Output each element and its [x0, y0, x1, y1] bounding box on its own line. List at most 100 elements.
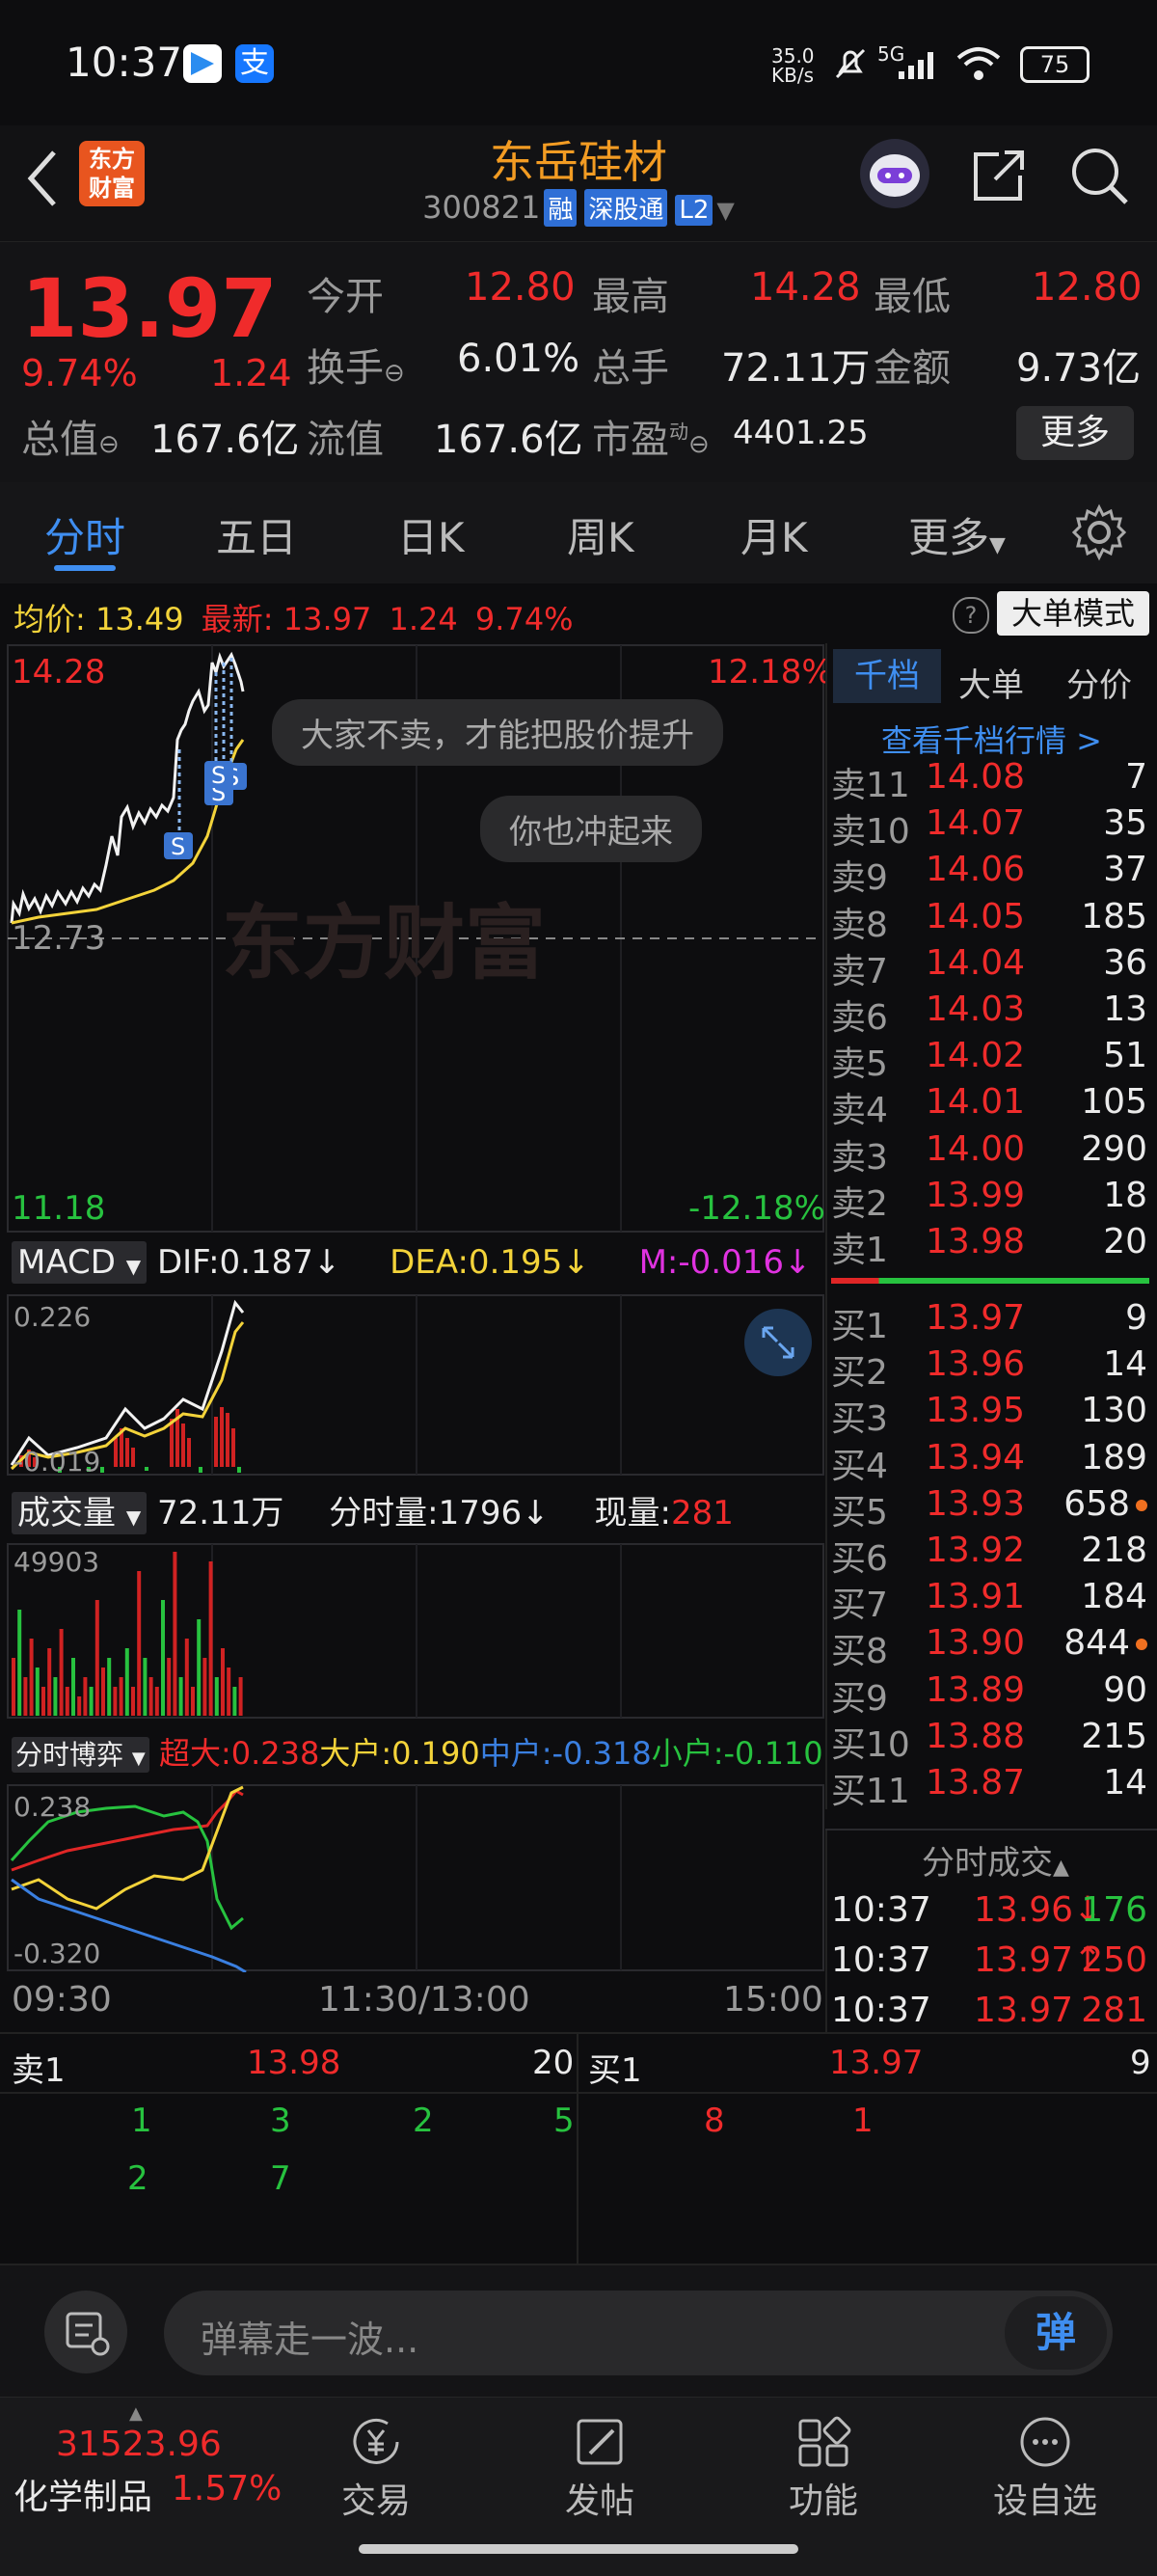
share-icon[interactable]	[970, 147, 1028, 208]
nav-functions[interactable]: 功能	[727, 2398, 920, 2523]
nav-post[interactable]: 发帖	[503, 2398, 696, 2523]
buy-order-row[interactable]: 买2 13.96 14	[829, 1344, 1147, 1393]
help-icon[interactable]: ?	[953, 597, 989, 634]
sell-order-row[interactable]: 卖7 14.04 36	[829, 943, 1147, 991]
tab-big-order[interactable]: 大单	[958, 659, 1024, 706]
battery-icon: 75	[1020, 46, 1090, 83]
buy-level-label: 买4	[831, 1446, 888, 1486]
buy-order-row[interactable]: 买4 13.94 189	[829, 1438, 1147, 1486]
volume-bar	[113, 1687, 118, 1716]
buy-order-row[interactable]: 买6 13.92 218	[829, 1531, 1147, 1579]
sell-order-row[interactable]: 卖6 14.03 13	[829, 990, 1147, 1038]
sell-order-row[interactable]: 卖1 13.98 20	[829, 1222, 1147, 1270]
info-icon: ⊖	[384, 359, 405, 388]
buy-level-label: 买5	[831, 1492, 888, 1532]
volume-bar	[35, 1668, 40, 1716]
volume-top-value: 49903	[13, 1546, 100, 1578]
status-time: 10:37	[66, 39, 183, 86]
buy-order-row[interactable]: 买11 13.87 14	[829, 1763, 1147, 1811]
buy-order-row[interactable]: 买9 13.89 90	[829, 1670, 1147, 1719]
period-tabs: 分时 五日 日K 周K 月K 更多▼	[0, 482, 1157, 584]
ticks-header[interactable]: 分时成交▲	[922, 1836, 1069, 1884]
volume-bar	[94, 1600, 99, 1716]
tab-daily-k[interactable]: 日K	[397, 505, 465, 564]
sell-order-row[interactable]: 卖11 14.08 7	[829, 757, 1147, 805]
net-speed: 35.0 KB/s	[771, 44, 815, 87]
turnover-label[interactable]: 换手⊖	[307, 337, 405, 393]
sell-level-volume: 20	[1103, 1222, 1147, 1261]
boyi-chart[interactable]	[0, 1783, 825, 1972]
divider	[825, 1829, 1157, 1830]
sell-order-row[interactable]: 卖4 14.01 105	[829, 1082, 1147, 1130]
sell-order-row[interactable]: 卖8 14.05 185	[829, 897, 1147, 945]
tab-more[interactable]: 更多▼	[908, 505, 1006, 564]
volume-bar	[227, 1668, 231, 1716]
expand-icon[interactable]	[744, 1309, 812, 1376]
queue-item: 2	[127, 2159, 148, 2198]
danmu-bubble[interactable]: 大家不卖，才能把股价提升	[272, 699, 723, 766]
volume-label: 总手	[592, 346, 669, 391]
time-axis-mid: 11:30/13:00	[318, 1980, 530, 2020]
boyi-selector[interactable]: 分时博弈 ▼	[12, 1737, 149, 1773]
nav-add-watchlist[interactable]: 设自选	[949, 2398, 1142, 2523]
time-axis-start: 09:30	[12, 1980, 112, 2020]
avg-price-row: 均价: 13.49 最新: 13.97 1.24 9.74% ? 大单模式	[0, 583, 1157, 643]
search-icon[interactable]	[1068, 145, 1130, 210]
large-order-dot-icon	[1136, 1639, 1147, 1651]
volume-selector[interactable]: 成交量 ▼	[12, 1492, 148, 1534]
tab-intraday[interactable]: 分时	[44, 505, 125, 564]
buy-order-row[interactable]: 买10 13.88 215	[829, 1717, 1147, 1765]
volume-bar	[59, 1629, 64, 1716]
view-thousand-level-link[interactable]: 查看千档行情 >	[881, 717, 1102, 761]
latest-pct: 9.74%	[474, 601, 574, 637]
sell-order-row[interactable]: 卖5 14.02 51	[829, 1036, 1147, 1084]
sell-order-row[interactable]: 卖10 14.07 35	[829, 803, 1147, 852]
tab-thousand-level[interactable]: 千档	[833, 649, 941, 703]
turnover-value: 6.01%	[457, 337, 580, 381]
tick-time: 10:37	[831, 1890, 931, 1930]
avg-price-label: 均价:	[13, 601, 86, 637]
volume-bar	[143, 1658, 148, 1716]
more-button[interactable]: 更多	[1016, 406, 1134, 460]
volume-chart[interactable]	[0, 1542, 825, 1720]
market-cap-label[interactable]: 总值⊖	[21, 408, 120, 464]
tab-price-dist[interactable]: 分价	[1066, 659, 1132, 706]
buy-level-price: 13.93	[926, 1483, 1026, 1524]
tick-volume: 分时量:1796↓	[329, 1494, 550, 1532]
tab-five-day[interactable]: 五日	[216, 505, 297, 564]
open-value: 12.80	[465, 265, 576, 310]
chevron-down-icon: ▼	[125, 1255, 142, 1278]
big-order-mode-button[interactable]: 大单模式	[997, 591, 1149, 636]
gear-icon[interactable]	[1070, 503, 1128, 565]
macd-chart[interactable]	[0, 1293, 825, 1477]
nav-trade[interactable]: 交易	[280, 2398, 472, 2523]
danmu-send-button[interactable]: 弹	[1005, 2296, 1107, 2370]
sell-level-price: 13.99	[926, 1175, 1026, 1215]
volume-bar	[119, 1677, 123, 1716]
sell-order-row[interactable]: 卖2 13.99 18	[829, 1175, 1147, 1224]
danmu-input[interactable]: 弹幕走一波... 弹	[164, 2291, 1113, 2375]
buy-order-row[interactable]: 买1 13.97 9	[829, 1298, 1147, 1346]
sell-order-row[interactable]: 卖3 14.00 290	[829, 1129, 1147, 1178]
queue-item: 1	[852, 2101, 874, 2140]
buy-order-row[interactable]: 买3 13.95 130	[829, 1391, 1147, 1439]
macd-dea: DEA:0.195↓	[390, 1243, 590, 1282]
macd-selector[interactable]: MACD ▼	[12, 1241, 148, 1284]
svg-text:S: S	[171, 833, 185, 860]
buy-order-row[interactable]: 买8 13.90 844	[829, 1623, 1147, 1671]
tab-monthly-k[interactable]: 月K	[740, 505, 808, 564]
tab-weekly-k[interactable]: 周K	[567, 505, 634, 564]
robot-assistant-icon[interactable]	[860, 139, 929, 208]
danmu-settings-icon[interactable]	[44, 2291, 127, 2373]
pe-label[interactable]: 市盈动⊖	[592, 408, 710, 464]
sell-marker[interactable]: S	[164, 832, 193, 860]
sector-index-widget[interactable]: ▲ 31523.96 化学制品 1.57%	[8, 2398, 282, 2517]
volume-bar	[65, 1687, 69, 1716]
buy-order-row[interactable]: 买5 13.93 658	[829, 1483, 1147, 1532]
sell-order-row[interactable]: 卖9 14.06 37	[829, 850, 1147, 898]
tick-price: 13.97	[974, 1991, 1074, 2030]
sell-marker[interactable]: S	[204, 761, 233, 789]
danmu-bubble[interactable]: 你也冲起来	[480, 796, 702, 862]
buy-order-row[interactable]: 买7 13.91 184	[829, 1577, 1147, 1625]
volume-bar	[178, 1677, 183, 1716]
